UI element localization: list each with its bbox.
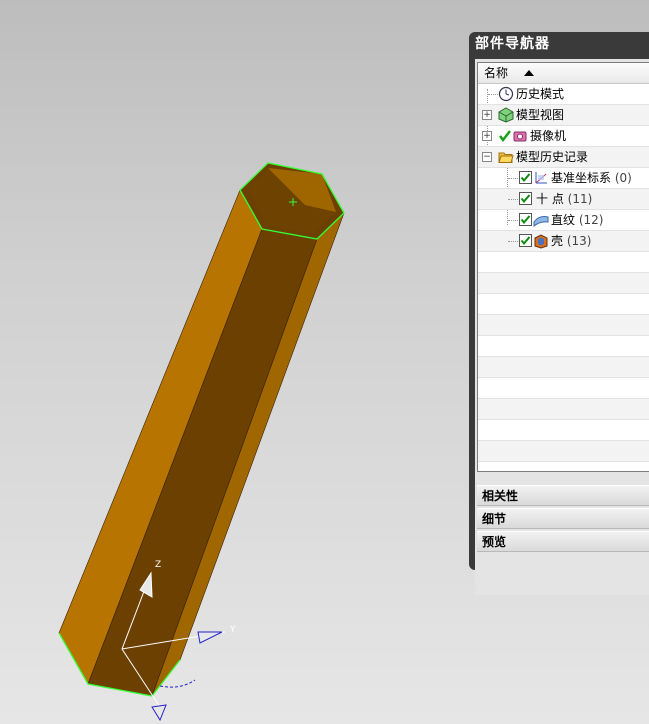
tree-row-camera[interactable]: + 摄像机 xyxy=(478,126,649,147)
empty-row xyxy=(478,378,649,399)
clock-icon xyxy=(498,86,514,102)
expand-icon[interactable]: + xyxy=(482,131,492,141)
section-dependencies[interactable]: 相关性 xyxy=(477,485,649,506)
part-navigator-panel[interactable]: 部件导航器 名称 历史模式 + 模型视图 + 摄像机 − 模型历史记录 基准坐标… xyxy=(469,32,649,595)
feature-count: (11) xyxy=(567,192,593,206)
feature-count: (0) xyxy=(614,171,632,185)
tree-label: 壳 xyxy=(551,234,564,248)
visibility-checkbox[interactable] xyxy=(519,234,532,247)
tree-row-history-mode[interactable]: 历史模式 xyxy=(478,84,649,105)
visibility-checkbox[interactable] xyxy=(519,213,532,226)
tree-row-model-views[interactable]: + 模型视图 xyxy=(478,105,649,126)
collapse-icon[interactable]: − xyxy=(482,152,492,162)
empty-row xyxy=(478,357,649,378)
visibility-checkbox[interactable] xyxy=(519,192,532,205)
name-column-header[interactable]: 名称 xyxy=(478,63,649,84)
axis-label-y: Y xyxy=(229,625,236,635)
green-checkmark-icon xyxy=(499,130,511,143)
empty-row xyxy=(478,420,649,441)
section-preview[interactable]: 预览 xyxy=(477,531,649,552)
empty-row xyxy=(478,462,649,471)
empty-row xyxy=(478,294,649,315)
sort-ascending-icon[interactable] xyxy=(524,70,534,76)
tree-row-model-history[interactable]: − 模型历史记录 xyxy=(478,147,649,168)
navigator-title: 部件导航器 xyxy=(475,36,550,52)
open-folder-icon xyxy=(498,152,514,163)
empty-row xyxy=(478,273,649,294)
axis-label-z: Z xyxy=(155,560,161,570)
hexagonal-prism-model[interactable] xyxy=(58,162,345,697)
expand-icon[interactable]: + xyxy=(482,110,492,120)
model-view-cube-icon xyxy=(498,107,514,123)
shell-icon xyxy=(534,234,548,249)
tree-row-shell[interactable]: 壳 (13) xyxy=(478,231,649,252)
navigator-body: 名称 历史模式 + 模型视图 + 摄像机 − 模型历史记录 基准坐标系 (0) … xyxy=(475,59,649,595)
empty-row xyxy=(478,252,649,273)
tree-label: 十 点 xyxy=(536,192,564,206)
feature-count: (13) xyxy=(566,234,592,248)
name-column-label: 名称 xyxy=(484,66,509,80)
feature-tree[interactable]: 名称 历史模式 + 模型视图 + 摄像机 − 模型历史记录 基准坐标系 (0) … xyxy=(477,62,649,472)
ruled-surface-icon xyxy=(533,216,549,228)
tree-label: 模型历史记录 xyxy=(516,150,589,164)
section-details[interactable]: 细节 xyxy=(477,508,649,529)
empty-row xyxy=(478,336,649,357)
tree-row-point[interactable]: 十 点 (11) xyxy=(478,189,649,210)
empty-row xyxy=(478,399,649,420)
empty-row xyxy=(478,315,649,336)
empty-row xyxy=(478,441,649,462)
tree-label: 模型视图 xyxy=(516,108,565,122)
feature-count: (12) xyxy=(578,213,604,227)
tree-label: 基准坐标系 xyxy=(551,171,612,185)
tree-row-datum-csys[interactable]: 基准坐标系 (0) xyxy=(478,168,649,189)
camera-icon xyxy=(513,131,527,142)
tree-label: 历史模式 xyxy=(516,87,565,101)
tree-row-ruled[interactable]: 直纹 (12) xyxy=(478,210,649,231)
tree-label: 摄像机 xyxy=(530,129,567,143)
tree-label: 直纹 xyxy=(551,213,576,227)
visibility-checkbox[interactable] xyxy=(519,171,532,184)
datum-csys-icon xyxy=(535,172,547,184)
